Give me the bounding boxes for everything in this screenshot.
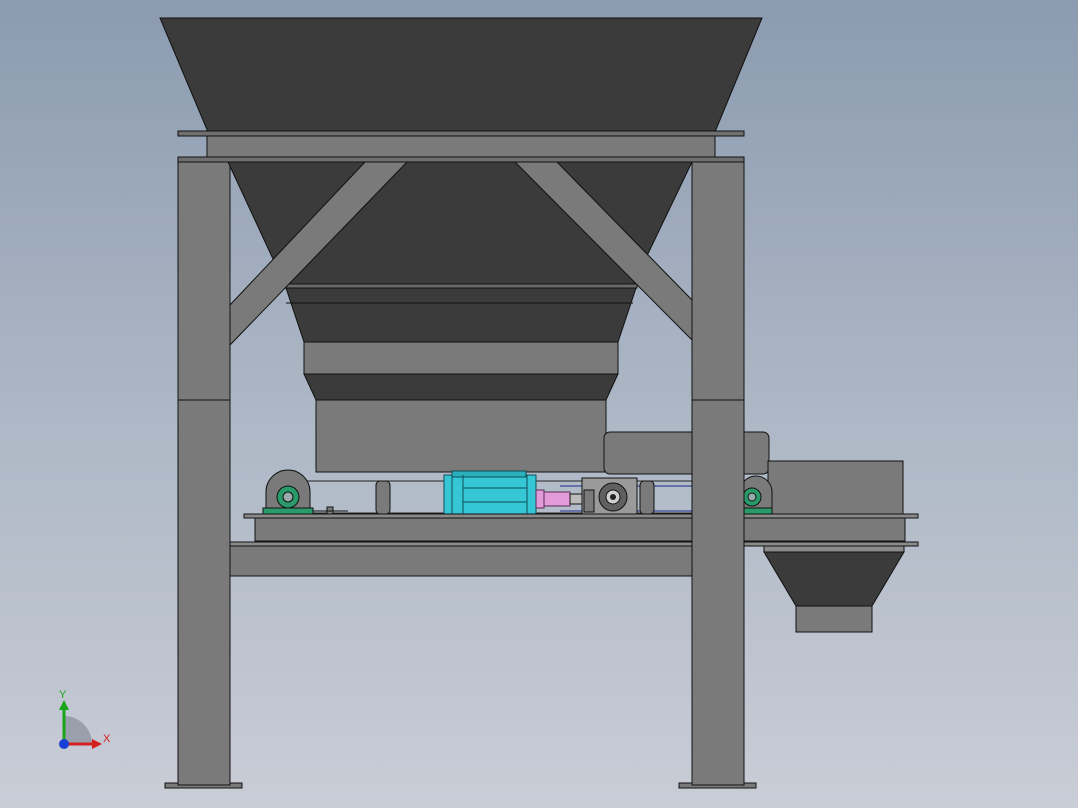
hopper-outlet-box [315, 399, 607, 473]
lower-cross-beam [229, 545, 693, 577]
left-bearing-block [262, 469, 348, 515]
x-axis-label: X [103, 733, 111, 745]
support-post [375, 480, 391, 515]
cad-viewport[interactable]: X Y [0, 0, 1078, 808]
coupling [535, 489, 583, 509]
y-axis-label: Y [59, 689, 67, 701]
hopper-top-beam [206, 135, 716, 159]
upper-hopper [159, 17, 763, 473]
support-post [639, 480, 655, 515]
discharge-chute [763, 545, 905, 633]
drive-base-plate [254, 517, 906, 542]
z-axis-dot [59, 739, 69, 749]
hopper-feeder-model[interactable] [0, 0, 1078, 808]
motor [443, 470, 537, 516]
right-bearing-block [739, 475, 773, 515]
chute-outlet [795, 605, 873, 633]
gearbox [581, 477, 638, 515]
coordinate-triad [59, 700, 102, 749]
